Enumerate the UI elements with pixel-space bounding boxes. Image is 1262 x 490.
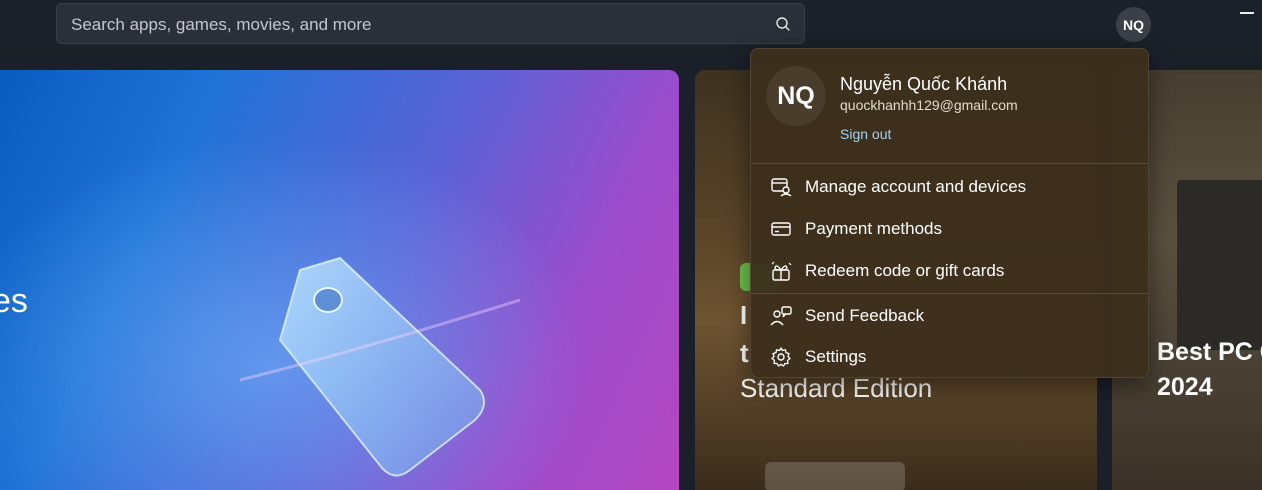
- hero-banner[interactable]: es: [0, 70, 679, 490]
- menu-item-label: Send Feedback: [805, 306, 925, 325]
- card-title-line1: Best PC G: [1157, 338, 1262, 366]
- gear-icon: [771, 347, 791, 367]
- minimize-button[interactable]: [1240, 12, 1254, 14]
- price-tag-illustration: [240, 256, 520, 477]
- card-action-button[interactable]: [765, 462, 905, 490]
- gift-icon: [771, 261, 792, 281]
- hero-title: es: [0, 282, 28, 320]
- card-title-line1: I: [740, 300, 748, 330]
- feedback-icon: [770, 306, 792, 326]
- search-box[interactable]: [56, 3, 805, 45]
- menu-item-label: Payment methods: [805, 219, 943, 238]
- game-cover-art: [1177, 180, 1262, 350]
- card-title-line2: 2024: [1157, 373, 1213, 401]
- sign-out-link[interactable]: Sign out: [840, 126, 891, 142]
- manage-account-icon: [771, 178, 792, 197]
- menu-item-label: Manage account and devices: [805, 177, 1027, 196]
- profile-avatar: NQ: [766, 66, 826, 126]
- card-title-line2: t: [740, 338, 749, 368]
- menu-item-label: Settings: [805, 347, 867, 366]
- divider: [751, 163, 1148, 164]
- menu-item-redeem-code[interactable]: Redeem code or gift cards: [751, 251, 1148, 291]
- search-input[interactable]: [69, 4, 763, 45]
- menu-item-manage-account[interactable]: Manage account and devices: [751, 167, 1148, 207]
- menu-item-settings[interactable]: Settings: [751, 337, 1148, 377]
- credit-card-icon: [771, 222, 791, 236]
- menu-item-send-feedback[interactable]: Send Feedback: [751, 296, 1148, 336]
- account-avatar-button[interactable]: NQ: [1116, 7, 1151, 42]
- account-name: Nguyễn Quốc Khánh: [840, 74, 1008, 94]
- search-icon[interactable]: [772, 13, 794, 35]
- account-email: quockhanhh129@gmail.com: [840, 97, 1018, 113]
- account-flyout: NQ Nguyễn Quốc Khánh quockhanhh129@gmail…: [750, 48, 1149, 378]
- menu-item-label: Redeem code or gift cards: [805, 261, 1005, 280]
- menu-item-payment-methods[interactable]: Payment methods: [751, 209, 1148, 249]
- divider: [751, 293, 1148, 294]
